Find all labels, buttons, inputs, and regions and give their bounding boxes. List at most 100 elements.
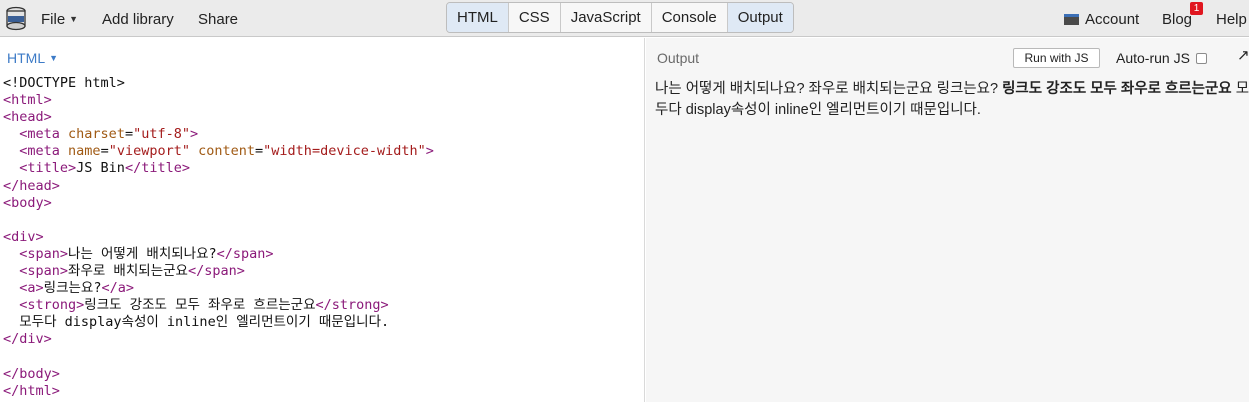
tab-css[interactable]: CSS [508,3,561,32]
code-token-tag: <strong> [19,297,85,314]
code-token-str: "viewport" [108,143,190,160]
chevron-down-icon: ▼ [49,53,59,63]
output-strong: 링크도 강조도 모두 좌우로 흐르는군요 [1002,81,1232,97]
account-label: Account [1085,11,1140,28]
code-line[interactable]: </div> [3,331,434,348]
code-token-text: 링크도 강조도 모두 좌우로 흐르는군요 [84,297,316,314]
code-token-tag: </body> [3,365,60,382]
notification-badge: 1 [1190,2,1203,15]
output-span-2: 좌우로 배치되는군요 [808,81,933,97]
code-token-attr: charset [68,126,125,143]
code-line[interactable]: <span>나는 어떻게 배치되나요?</span> [3,246,434,263]
tab-console[interactable]: Console [651,3,728,32]
code-token-tag: <title> [19,160,77,177]
jsbin-logo-icon[interactable] [5,6,27,31]
code-line[interactable]: </body> [3,366,434,383]
auto-run-label: Auto-run JS [1116,50,1190,66]
tab-output[interactable]: Output [727,3,793,32]
panel-tabs: HTML CSS JavaScript Console Output [446,2,794,33]
code-line[interactable]: <title>JS Bin</title> [3,160,434,177]
code-token-tag: <a> [19,280,44,297]
code-line[interactable] [3,212,434,229]
code-token-text: = [100,143,109,160]
code-token-tag: </html> [3,382,60,399]
code-token-tag: </a> [101,280,134,297]
code-line[interactable]: <head> [3,109,434,126]
code-token-tag: > [425,143,434,160]
code-token-str: "utf-8" [133,126,190,143]
code-token-text: <!DOCTYPE html> [3,75,125,91]
code-token-tag: <head> [3,109,52,126]
file-menu[interactable]: File ▼ [41,11,78,28]
tab-html[interactable]: HTML [447,3,509,32]
top-toolbar: File ▼ Add library Share HTML CSS JavaScr… [0,0,1249,37]
code-token-text: JS Bin [76,160,125,177]
output-link[interactable]: 링크는요? [937,81,998,97]
code-token-attr: content [198,143,256,160]
code-token-tag: <meta [19,143,60,160]
code-line[interactable]: </head> [3,178,434,195]
code-line[interactable]: <meta charset="utf-8"> [3,126,434,143]
code-token-text: 링크는요? [43,280,102,297]
output-span-1: 나는 어떻게 배치되나요? [655,81,805,97]
code-token-tag: <span> [19,245,69,262]
code-line[interactable]: </html> [3,383,434,400]
share-menu[interactable]: Share [198,11,238,28]
output-panel-label: Output [657,50,700,66]
chevron-down-icon: ▼ [69,14,79,24]
output-panel: Output Run with JS Auto-run JS ↗ 나는 어떻게 … [646,38,1249,402]
code-line[interactable]: <!DOCTYPE html> [3,75,434,92]
code-token-tag: </title> [124,160,190,177]
auto-run-toggle[interactable]: Auto-run JS [1116,50,1207,66]
code-line[interactable]: <strong>링크도 강조도 모두 좌우로 흐르는군요</strong> [3,297,434,314]
code-line[interactable]: <a>링크는요?</a> [3,280,434,297]
account-menu[interactable]: Account [1064,11,1139,28]
rendered-output: 나는 어떻게 배치되나요? 좌우로 배치되는군요 링크는요? 링크도 강조도 모두 … [655,79,1249,121]
blog-link[interactable]: Blog [1162,11,1192,28]
add-library-menu[interactable]: Add library [102,11,174,28]
code-line[interactable]: <span>좌우로 배치되는군요</span> [3,263,434,280]
code-token-tag: <html> [3,92,52,109]
html-panel-selector[interactable]: HTML ▼ [7,50,58,66]
help-link[interactable]: Help [1216,11,1247,28]
auto-run-checkbox[interactable] [1195,53,1207,64]
code-line[interactable]: <div> [3,229,434,246]
account-icon [1064,14,1079,25]
code-token-tag: <div> [3,228,44,245]
code-token-text: 나는 어떻게 배치되나요? [68,245,217,262]
run-with-js-button[interactable]: Run with JS [1013,48,1100,68]
code-token-tag: <meta [19,126,60,143]
code-token-tag: <body> [3,194,52,211]
code-editor[interactable]: <!DOCTYPE html> <html> <head> <meta charse… [3,75,434,400]
code-token-tag: </span> [216,245,274,262]
expand-arrow-icon[interactable]: ↗ [1237,46,1249,64]
code-token-tag: </div> [3,331,52,348]
code-token-text: = [124,126,134,143]
code-token-tag: <span> [19,263,69,280]
code-token-text: = [255,143,264,160]
code-token-text: 좌우로 배치되는군요 [68,263,188,280]
code-line[interactable]: 모두다 display속성이 inline인 엘리먼트이기 때문입니다. [3,314,434,331]
code-token-tag: </span> [187,263,245,280]
code-line[interactable] [3,349,434,366]
code-line[interactable]: <body> [3,195,434,212]
file-menu-label: File [41,11,66,28]
code-token-text: 모두다 display속성이 inline인 엘리먼트이기 때문입니다. [3,314,390,331]
code-line[interactable]: <meta name="viewport" content="width=dev… [3,143,434,160]
tab-javascript[interactable]: JavaScript [560,3,652,32]
code-token-tag: </strong> [315,297,389,314]
code-line[interactable]: <html> [3,92,434,109]
html-editor-panel: HTML ▼ <!DOCTYPE html> <html> <head> <meta … [0,38,645,402]
html-panel-label: HTML [7,50,46,66]
code-token-str: "width=device-width" [263,143,426,160]
code-token-tag: > [190,126,199,143]
